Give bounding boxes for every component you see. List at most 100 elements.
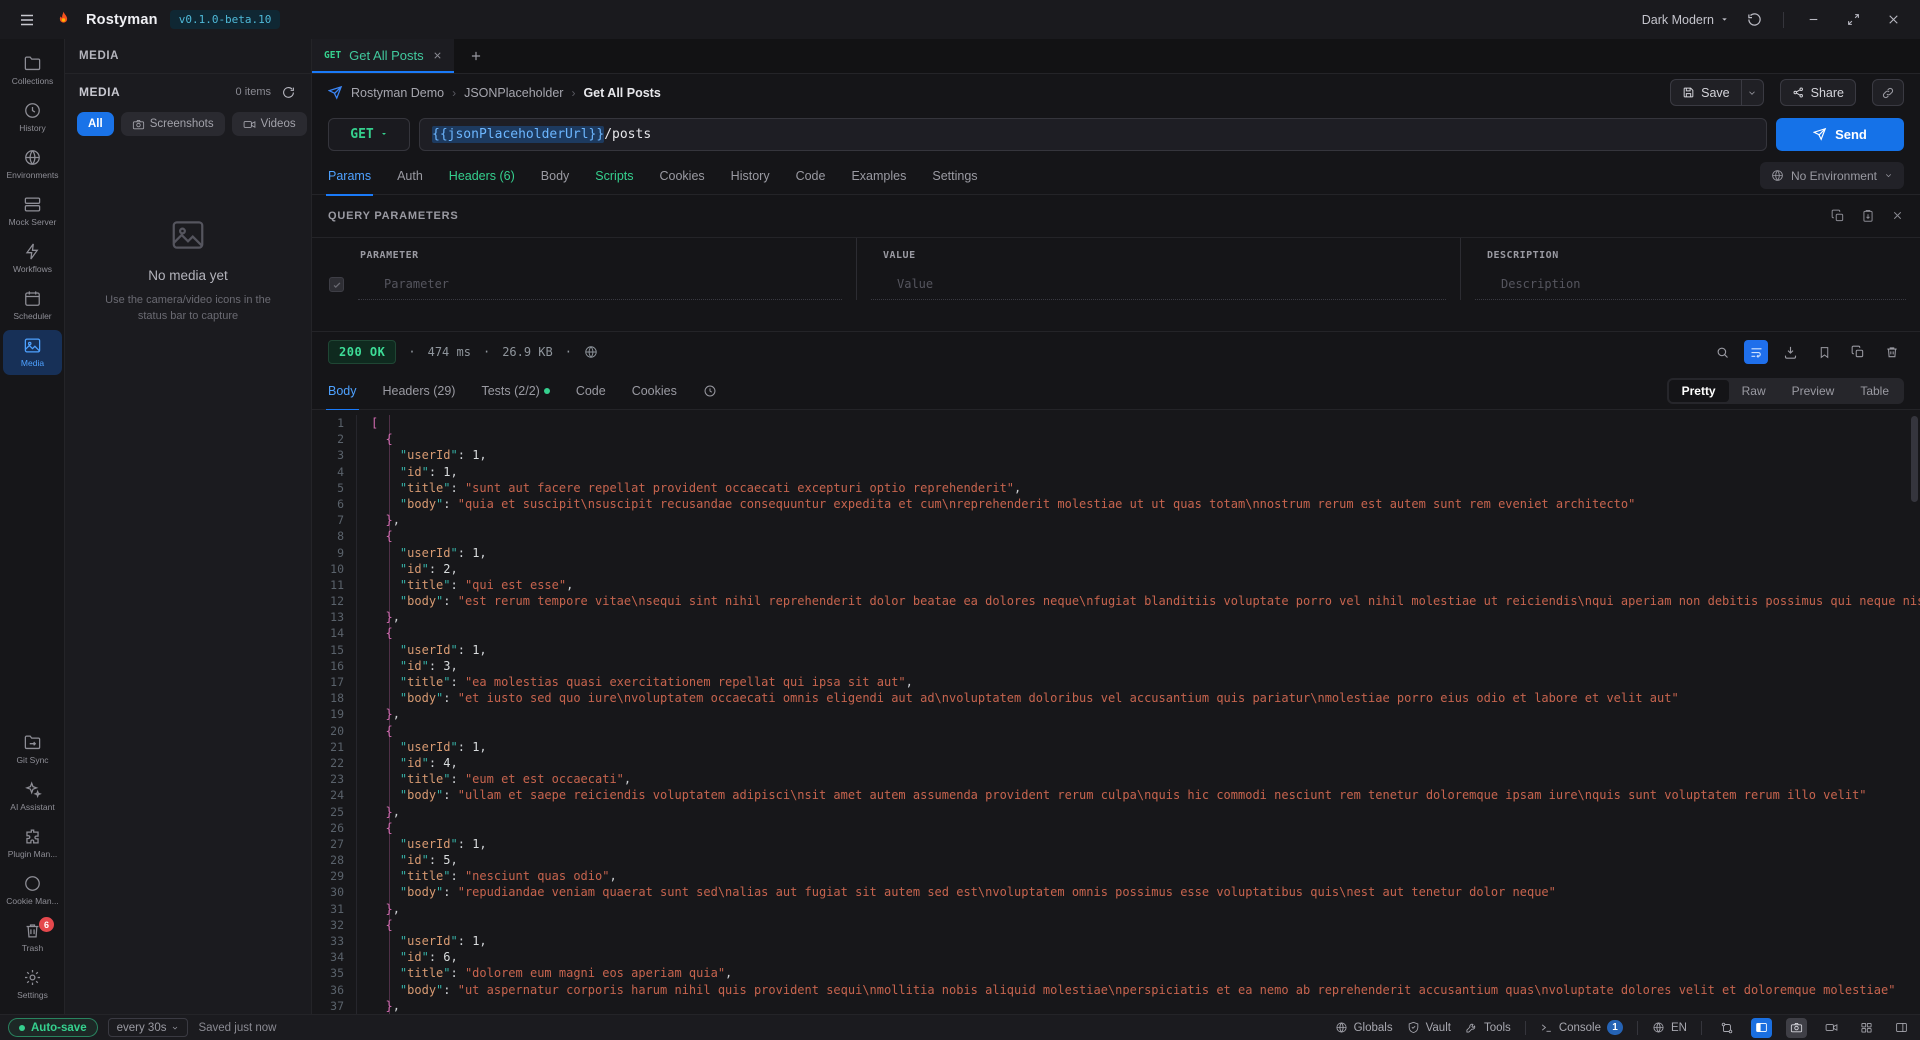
response-tab-code[interactable]: Code: [576, 372, 606, 410]
request-tab-params[interactable]: Params: [328, 157, 371, 195]
sidebar-item-media[interactable]: Media: [3, 330, 62, 375]
sidebar-item-history[interactable]: History: [3, 95, 62, 140]
close-section-icon[interactable]: [1891, 209, 1904, 223]
statusbar-en[interactable]: EN: [1652, 1021, 1687, 1034]
response-body-viewer[interactable]: 1[2 {3 "userId": 1,4 "id": 1,5 "title": …: [312, 410, 1920, 1014]
statusbar-console[interactable]: Console1: [1540, 1020, 1623, 1035]
parameter-input[interactable]: Parameter: [358, 269, 461, 299]
statusbar-vault[interactable]: Vault: [1407, 1021, 1451, 1034]
response-tab-body[interactable]: Body: [328, 372, 357, 410]
sidebar-item-workflows[interactable]: Workflows: [3, 236, 62, 281]
camera-icon: [132, 118, 145, 131]
query-parameters-title: QUERY PARAMETERS: [328, 210, 1831, 222]
view-mode-table[interactable]: Table: [1847, 380, 1902, 402]
method-dropdown[interactable]: GET: [328, 118, 410, 151]
media-filter-videos[interactable]: Videos: [232, 112, 307, 136]
statusbar-flow-button[interactable]: [1716, 1018, 1737, 1038]
request-tab-body[interactable]: Body: [541, 157, 570, 195]
bookmark-icon[interactable]: [1812, 340, 1836, 364]
request-tab-code[interactable]: Code: [796, 157, 826, 195]
request-tab-scripts[interactable]: Scripts: [595, 157, 633, 195]
tab-get-all-posts[interactable]: GET Get All Posts: [312, 39, 454, 73]
sidebar-item-label: Collections: [12, 76, 54, 86]
line-number: 1: [312, 415, 357, 431]
view-mode-pretty[interactable]: Pretty: [1669, 380, 1729, 402]
refresh-icon[interactable]: [279, 83, 297, 101]
tab-close-icon[interactable]: [432, 50, 443, 61]
save-button[interactable]: Save: [1670, 79, 1742, 106]
view-mode-raw[interactable]: Raw: [1729, 380, 1779, 402]
environment-selector[interactable]: No Environment: [1760, 162, 1904, 189]
sidebar-item-mock-server[interactable]: Mock Server: [3, 189, 62, 234]
sidebar-item-cookie-man[interactable]: Cookie Man...: [3, 868, 62, 913]
value-input[interactable]: Value: [871, 269, 945, 299]
download-icon[interactable]: [1778, 340, 1802, 364]
response-tab-headers-29[interactable]: Headers (29): [383, 372, 456, 410]
sidebar-item-settings[interactable]: Settings: [3, 962, 62, 1007]
code-line: 4 "id": 1,: [312, 464, 1920, 480]
capture-video-button[interactable]: [1821, 1018, 1842, 1038]
line-number: 30: [312, 884, 357, 900]
minimize-button[interactable]: [1800, 7, 1826, 33]
maximize-button[interactable]: [1840, 7, 1866, 33]
request-tab-headers-6[interactable]: Headers (6): [449, 157, 515, 195]
code-line: 11 "title": "qui est esse",: [312, 577, 1920, 593]
sidebar-item-label: Settings: [17, 990, 48, 1000]
save-dropdown-caret[interactable]: [1742, 79, 1764, 106]
copy-link-button[interactable]: [1872, 79, 1904, 106]
send-button[interactable]: Send: [1776, 118, 1904, 151]
request-tab-settings[interactable]: Settings: [932, 157, 977, 195]
toggle-right-panel-button[interactable]: [1891, 1018, 1912, 1038]
environment-label: No Environment: [1791, 169, 1877, 183]
theme-selector[interactable]: Dark Modern: [1642, 13, 1729, 27]
wrap-lines-icon[interactable]: [1744, 340, 1768, 364]
breadcrumb-collection[interactable]: JSONPlaceholder: [464, 86, 563, 100]
hamburger-menu-icon[interactable]: [14, 7, 40, 33]
scrollbar-thumb[interactable]: [1911, 416, 1918, 502]
reset-layout-icon[interactable]: [1741, 7, 1767, 33]
code-line: 32 {: [312, 917, 1920, 933]
trash-icon[interactable]: [1880, 340, 1904, 364]
request-tab-auth[interactable]: Auth: [397, 157, 423, 195]
view-mode-preview[interactable]: Preview: [1779, 380, 1848, 402]
response-tab-cookies[interactable]: Cookies: [632, 372, 677, 410]
sidebar-top-group: Collections HistoryEnvironmentsMock Serve…: [0, 47, 64, 376]
statusbar-globals[interactable]: Globals: [1335, 1021, 1393, 1034]
url-input[interactable]: {{jsonPlaceholderUrl}}/posts: [419, 118, 1767, 151]
media-filter-all[interactable]: All: [77, 112, 114, 136]
description-input[interactable]: Description: [1475, 269, 1592, 299]
media-filter-screenshots[interactable]: Screenshots: [121, 112, 225, 136]
layout-button[interactable]: [1856, 1018, 1877, 1038]
sidebar-item-plugin-man[interactable]: Plugin Man...: [3, 821, 62, 866]
sidebar-item-environments[interactable]: Environments: [3, 142, 62, 187]
sidebar-item-scheduler[interactable]: Scheduler: [3, 283, 62, 328]
sidebar-item-trash[interactable]: Trash6: [3, 915, 62, 960]
request-tab-cookies[interactable]: Cookies: [660, 157, 705, 195]
sidebar-item-git-sync[interactable]: Git Sync: [3, 727, 62, 772]
zap-icon: [23, 242, 42, 261]
new-tab-button[interactable]: [454, 39, 498, 73]
autosave-interval-dropdown[interactable]: every 30s: [108, 1018, 189, 1037]
line-number: 17: [312, 674, 357, 690]
paste-import-icon[interactable]: [1861, 209, 1875, 223]
network-globe-icon[interactable]: [584, 345, 598, 359]
breadcrumb-workspace[interactable]: Rostyman Demo: [351, 86, 444, 100]
request-tab-examples[interactable]: Examples: [851, 157, 906, 195]
line-number: 6: [312, 496, 357, 512]
request-url-row: GET {{jsonPlaceholderUrl}}/posts Send: [312, 111, 1920, 157]
autosave-toggle[interactable]: Auto-save: [8, 1018, 98, 1037]
share-button[interactable]: Share: [1780, 79, 1856, 106]
row-checkbox[interactable]: [329, 277, 344, 292]
toggle-sidebar-button[interactable]: [1751, 1018, 1772, 1038]
copy-icon[interactable]: [1846, 340, 1870, 364]
search-icon[interactable]: [1710, 340, 1734, 364]
response-tab-tests-2-2[interactable]: Tests (2/2): [481, 372, 549, 410]
sidebar-item-ai-assistant[interactable]: AI Assistant: [3, 774, 62, 819]
request-tab-history[interactable]: History: [731, 157, 770, 195]
close-button[interactable]: [1880, 7, 1906, 33]
statusbar-tools[interactable]: Tools: [1465, 1021, 1511, 1034]
sidebar-item-collections[interactable]: Collections: [3, 48, 62, 93]
capture-screenshot-button[interactable]: [1786, 1018, 1807, 1038]
history-clock-icon[interactable]: [703, 384, 717, 398]
bulk-copy-icon[interactable]: [1831, 209, 1845, 223]
